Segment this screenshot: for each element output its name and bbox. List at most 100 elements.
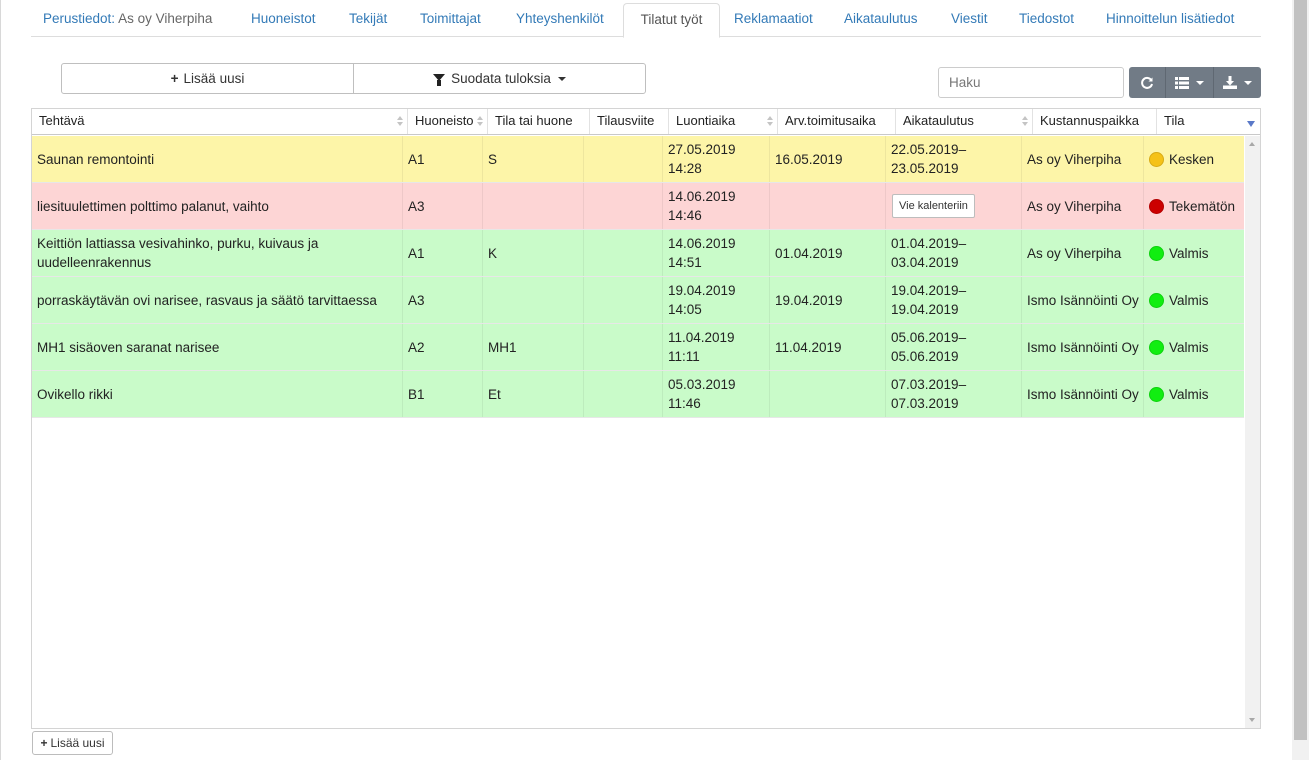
cell-tehtava: MH1 sisäoven saranat narisee [32,324,403,370]
cell-tehtava: Saunan remontointi [32,136,403,182]
column-header-aikataulutus[interactable]: Aikataulutus [896,109,1033,134]
column-header-tila-tai-huone[interactable]: Tila tai huone [488,109,590,134]
tab-yhteyshenkilot[interactable]: Yhteyshenkilöt [516,3,604,37]
download-icon [1223,76,1237,89]
created-date: 14.06.2019 [668,189,736,204]
add-new-button[interactable]: + Lisää uusi [62,64,353,93]
cell-tilausviite [584,371,663,417]
add-new-label: Lisää uusi [183,71,245,86]
caret-down-icon [557,76,566,81]
column-header-huoneisto[interactable]: Huoneisto [408,109,488,134]
cell-tehtava: Keittiön lattiassa vesivahinko, purku, k… [32,230,403,276]
cell-tila-tai-huone: Et [483,371,584,417]
column-header-kustannuspaikka[interactable]: Kustannuspaikka [1033,109,1157,134]
cell-tehtava: liesituulettimen polttimo palanut, vaiht… [32,183,403,229]
tab-tekijat[interactable]: Tekijät [349,3,387,37]
est-delivery-text: 19.04.2019 [775,292,843,308]
cell-kustannuspaikka: As oy Viherpiha [1022,183,1144,229]
cell-tilausviite [584,277,663,323]
cost-center-text: Ismo Isännöinti Oy [1027,339,1139,355]
grid-header: Tehtävä Huoneisto Tila tai huone Tilausv… [32,109,1260,135]
plus-icon: + [170,71,179,86]
column-header-tehtava[interactable]: Tehtävä [32,109,408,134]
sort-icon [767,116,773,128]
schedule-start: 01.04.2019– [891,236,967,251]
column-header-tilausviite[interactable]: Tilausviite [590,109,669,134]
cell-arv-toimitusaika [770,183,886,229]
status-dot-icon [1149,292,1164,308]
cell-tilausviite [584,324,663,370]
created-time: 11:11 [668,349,700,364]
cell-kustannuspaikka: Ismo Isännöinti Oy [1022,371,1144,417]
column-header-label: Tehtävä [39,113,85,128]
table-row[interactable]: Keittiön lattiassa vesivahinko, purku, k… [32,230,1244,277]
status-text: Kesken [1169,151,1215,167]
plus-icon: + [40,736,48,750]
table-columns-icon [1175,76,1189,89]
task-text: Saunan remontointi [37,151,155,167]
est-delivery-text: 16.05.2019 [775,151,843,167]
column-header-luontiaika[interactable]: Luontiaika [669,109,778,134]
tab-huoneistot[interactable]: Huoneistot [251,3,316,37]
tab-tilatut-tyot[interactable]: Tilatut työt [623,3,720,38]
column-header-label: Luontiaika [676,113,736,128]
column-header-label: Tila tai huone [495,113,573,128]
cell-tila: Valmis [1144,277,1244,323]
export-button[interactable] [1213,67,1261,98]
cell-tila-tai-huone [483,183,584,229]
schedule-end: 03.04.2019 [891,255,959,270]
search-input[interactable] [938,67,1124,98]
status-dot-icon [1149,151,1164,167]
table-row[interactable]: porraskäytävän ovi narisee, rasvaus ja s… [32,277,1244,324]
add-to-calendar-button[interactable]: Vie kalenteriin [892,194,975,218]
refresh-button[interactable] [1129,67,1165,98]
sort-descending-icon [1247,121,1255,127]
created-date: 27.05.2019 [668,142,736,157]
table-row[interactable]: Saunan remontointi A1 S 27.05.2019 14:28 16.0… [32,136,1244,183]
column-header-label: Aikataulutus [903,113,974,128]
cell-aikataulutus: 05.06.2019– 05.06.2019 [886,324,1022,370]
tab-toimittajat[interactable]: Toimittajat [420,3,481,37]
cell-aikataulutus: 01.04.2019– 03.04.2019 [886,230,1022,276]
scroll-down-icon[interactable] [1249,718,1255,722]
grid-scrollbar[interactable] [1245,136,1260,728]
tab-perustiedot[interactable]: Perustiedot: As oy Viherpiha [43,3,212,37]
column-header-tila[interactable]: Tila [1157,109,1260,134]
tab-aikataulutus[interactable]: Aikataulutus [844,3,918,37]
task-text: Keittiön lattiassa vesivahinko, purku, k… [37,236,319,270]
grid-tools [1129,67,1261,98]
filter-results-button[interactable]: Suodata tuloksia [353,64,645,93]
cost-center-text: As oy Viherpiha [1027,151,1122,167]
cell-huoneisto: B1 [403,371,483,417]
cell-tila: Valmis [1144,371,1244,417]
created-time: 14:46 [668,208,702,223]
cell-luontiaika: 14.06.2019 14:46 [663,183,770,229]
page-scrollbar[interactable] [1292,0,1309,760]
filter-icon [433,74,446,86]
table-row[interactable]: Ovikello rikki B1 Et 05.03.2019 11:46 07.03.2… [32,371,1244,418]
cell-tila: Valmis [1144,230,1244,276]
scroll-up-icon[interactable] [1249,142,1255,146]
table-row[interactable]: MH1 sisäoven saranat narisee A2 MH1 11.04.2… [32,324,1244,371]
status-text: Tekemätön [1169,198,1236,214]
columns-button[interactable] [1165,67,1213,98]
cell-arv-toimitusaika: 16.05.2019 [770,136,886,182]
schedule-end: 07.03.2019 [891,396,959,411]
column-header-label: Kustannuspaikka [1040,113,1140,128]
tab-tiedostot[interactable]: Tiedostot [1019,3,1074,37]
table-row[interactable]: liesituulettimen polttimo palanut, vaiht… [32,183,1244,230]
created-date: 14.06.2019 [668,236,736,251]
column-header-arv-toimitusaika[interactable]: Arv.toimitusaika [778,109,896,134]
cell-tila-tai-huone: S [483,136,584,182]
column-header-label: Arv.toimitusaika [785,113,876,128]
tab-viestit[interactable]: Viestit [951,3,988,37]
cell-aikataulutus: 22.05.2019– 23.05.2019 [886,136,1022,182]
cell-tila: Tekemätön [1144,183,1244,229]
room-text: S [488,151,498,167]
tab-hinnoittelun-lisatiedot[interactable]: Hinnoittelun lisätiedot [1106,3,1234,37]
tab-reklamaatiot[interactable]: Reklamaatiot [734,3,813,37]
created-date: 19.04.2019 [668,283,736,298]
footer-add-new-button[interactable]: + Lisää uusi [32,731,113,755]
refresh-icon [1141,76,1153,89]
page-scrollbar-thumb[interactable] [1294,0,1307,740]
